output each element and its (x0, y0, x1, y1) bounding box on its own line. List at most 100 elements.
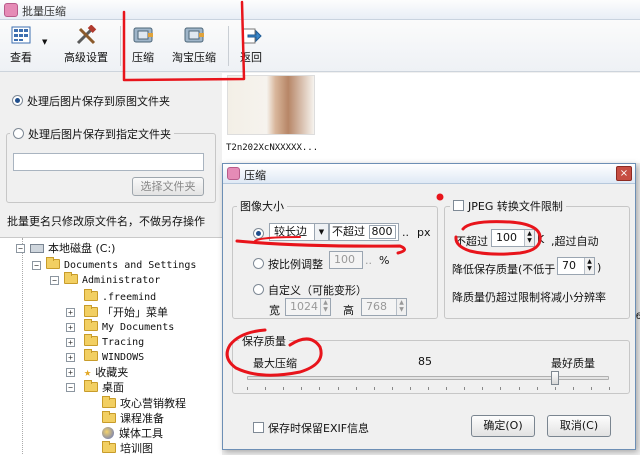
tree-item[interactable]: − Documents and Settings (32, 257, 197, 273)
folder-icon (102, 441, 116, 453)
custom-size-radio[interactable] (253, 284, 264, 295)
dialog-title: 压缩 (244, 169, 266, 182)
slider-tick (247, 387, 248, 390)
longest-edge-radio[interactable] (253, 228, 264, 239)
folder-icon (46, 257, 60, 269)
folder-tree[interactable]: − 本地磁盘 (C:) − Documents and Settings − A… (0, 237, 222, 455)
slider-tick (482, 387, 483, 390)
percent-unit: % (379, 254, 390, 267)
slider-tick (446, 387, 447, 390)
scale-option[interactable]: 按比例调整 (253, 256, 323, 272)
save-custom-folder-radio[interactable] (13, 128, 24, 139)
jpeg-size-unit: K (537, 233, 545, 246)
app-icon (227, 167, 240, 180)
thumbnail-caption: T2n202XcNXXXXX... (226, 143, 319, 153)
thumbnail-area: T2n202XcNXXXXX... (222, 73, 640, 163)
compress-dialog: 压缩 × 图像大小 较长边 ▼ 不超过 800 .. px 按比例调整 100 … (222, 163, 636, 450)
min-quality-input[interactable]: 70 ▲ ▼ (557, 257, 595, 275)
edge-select[interactable]: 较长边 ▼ (269, 223, 329, 241)
tree-item-label: 本地磁盘 (C:) (48, 242, 116, 255)
slider-tick (609, 387, 610, 390)
chevron-down-icon[interactable]: ▼ (314, 224, 328, 240)
jpeg-limit-option[interactable]: JPEG 转换文件限制 (450, 198, 566, 214)
save-custom-folder-option[interactable]: 处理后图片保存到指定文件夹 (10, 126, 174, 142)
folder-icon (84, 380, 98, 392)
tree-item[interactable]: + My Documents (66, 319, 175, 335)
tree-item[interactable]: 攻心营销教程 (102, 396, 186, 411)
drive-icon (30, 244, 44, 253)
slider-tick (356, 387, 357, 390)
view-dropdown-arrow-icon[interactable]: ▼ (42, 38, 47, 46)
taobao-compress-icon (184, 27, 204, 43)
back-button[interactable]: 返回 (234, 23, 268, 69)
cancel-button[interactable]: 取消(C) (547, 415, 611, 437)
slider-tick (555, 387, 556, 390)
folder-icon (84, 305, 98, 317)
edge-select-value: 较长边 (274, 225, 307, 238)
tree-item-label: My Documents (102, 322, 175, 333)
max-px-field[interactable]: 不超过 800 (329, 223, 399, 241)
ok-button[interactable]: 确定(O) (471, 415, 535, 437)
jpeg-limit-title: JPEG 转换文件限制 (468, 200, 563, 213)
width-input[interactable]: 1024 ▲ ▼ (285, 298, 331, 316)
slider-tick (500, 387, 501, 390)
custom-size-option[interactable]: 自定义（可能变形） (253, 282, 367, 298)
folder-icon (102, 411, 116, 423)
keep-exif-checkbox[interactable] (253, 422, 264, 433)
tree-item-label: Documents and Settings (64, 260, 197, 271)
save-quality-title: 保存质量 (239, 333, 289, 349)
max-px-input[interactable]: 800 (368, 225, 396, 239)
slider-tick (464, 387, 465, 390)
folder-icon (64, 272, 78, 284)
scale-input[interactable]: 100 (329, 251, 363, 269)
compress-button[interactable]: 压缩 (126, 23, 160, 69)
scale-radio[interactable] (253, 258, 264, 269)
tree-item-label: 桌面 (102, 381, 124, 394)
jpeg-limit-checkbox[interactable] (453, 200, 464, 211)
tree-item[interactable]: + Tracing (66, 334, 144, 350)
height-input[interactable]: 768 ▲ ▼ (361, 298, 407, 316)
tree-item[interactable]: − 桌面 (66, 380, 124, 395)
tree-item[interactable]: + WINDOWS (66, 349, 145, 365)
tree-item[interactable]: + 「开始」菜单 (66, 305, 168, 320)
jpeg-auto-label: ,超过自动 (551, 235, 599, 248)
tree-item[interactable]: 课程准备 (102, 411, 164, 426)
tree-item-label: WINDOWS (102, 352, 145, 363)
tree-item[interactable]: − Administrator (50, 272, 161, 288)
tree-item[interactable]: .freemind (84, 289, 156, 305)
scale-more-button[interactable]: .. (365, 254, 372, 267)
taobao-compress-label: 淘宝压缩 (172, 51, 216, 64)
back-label: 返回 (240, 51, 262, 64)
tree-item[interactable]: 媒体工具 (102, 426, 163, 441)
height-label: 高 (343, 304, 354, 317)
compress-label: 压缩 (132, 51, 154, 64)
tree-item-label: 收藏夹 (95, 366, 129, 379)
quality-slider-thumb[interactable] (551, 371, 559, 385)
save-same-folder-radio[interactable] (12, 95, 23, 106)
resolution-note: 降质量仍超过限制将减小分辨率 (452, 291, 606, 304)
rename-note: 批量更名只修改原文件名，不做另存操作 (7, 215, 205, 228)
slider-tick (537, 387, 538, 390)
folder-icon (84, 319, 98, 331)
save-same-folder-option[interactable]: 处理后图片保存到原图文件夹 (12, 93, 170, 109)
image-size-title: 图像大小 (237, 198, 287, 214)
max-px-more-button[interactable]: .. (402, 226, 409, 239)
tree-item-label: Administrator (82, 275, 161, 286)
jpeg-size-input[interactable]: 100 ▲ ▼ (491, 229, 535, 247)
view-button[interactable]: 查看 (4, 23, 38, 69)
close-button[interactable]: × (616, 166, 632, 181)
slider-tick (591, 387, 592, 390)
keep-exif-option[interactable]: 保存时保留EXIF信息 (253, 420, 369, 436)
advanced-settings-label: 高级设置 (64, 51, 108, 64)
folder-path-input[interactable] (13, 153, 204, 171)
choose-folder-button[interactable]: 选择文件夹 (132, 177, 204, 196)
lower-quality-label: 降低保存质量(不低于 (452, 263, 556, 276)
scale-label: 按比例调整 (268, 258, 323, 271)
taobao-compress-button[interactable]: 淘宝压缩 (168, 23, 220, 69)
tree-item[interactable]: + ★ 收藏夹 (66, 365, 129, 380)
advanced-settings-button[interactable]: 高级设置 (58, 23, 114, 69)
window-titlebar: 批量压缩 (0, 0, 640, 20)
tree-item[interactable]: − 本地磁盘 (C:) (16, 241, 116, 256)
image-thumbnail[interactable] (227, 75, 315, 135)
tree-item[interactable]: 培训图 (102, 441, 153, 455)
